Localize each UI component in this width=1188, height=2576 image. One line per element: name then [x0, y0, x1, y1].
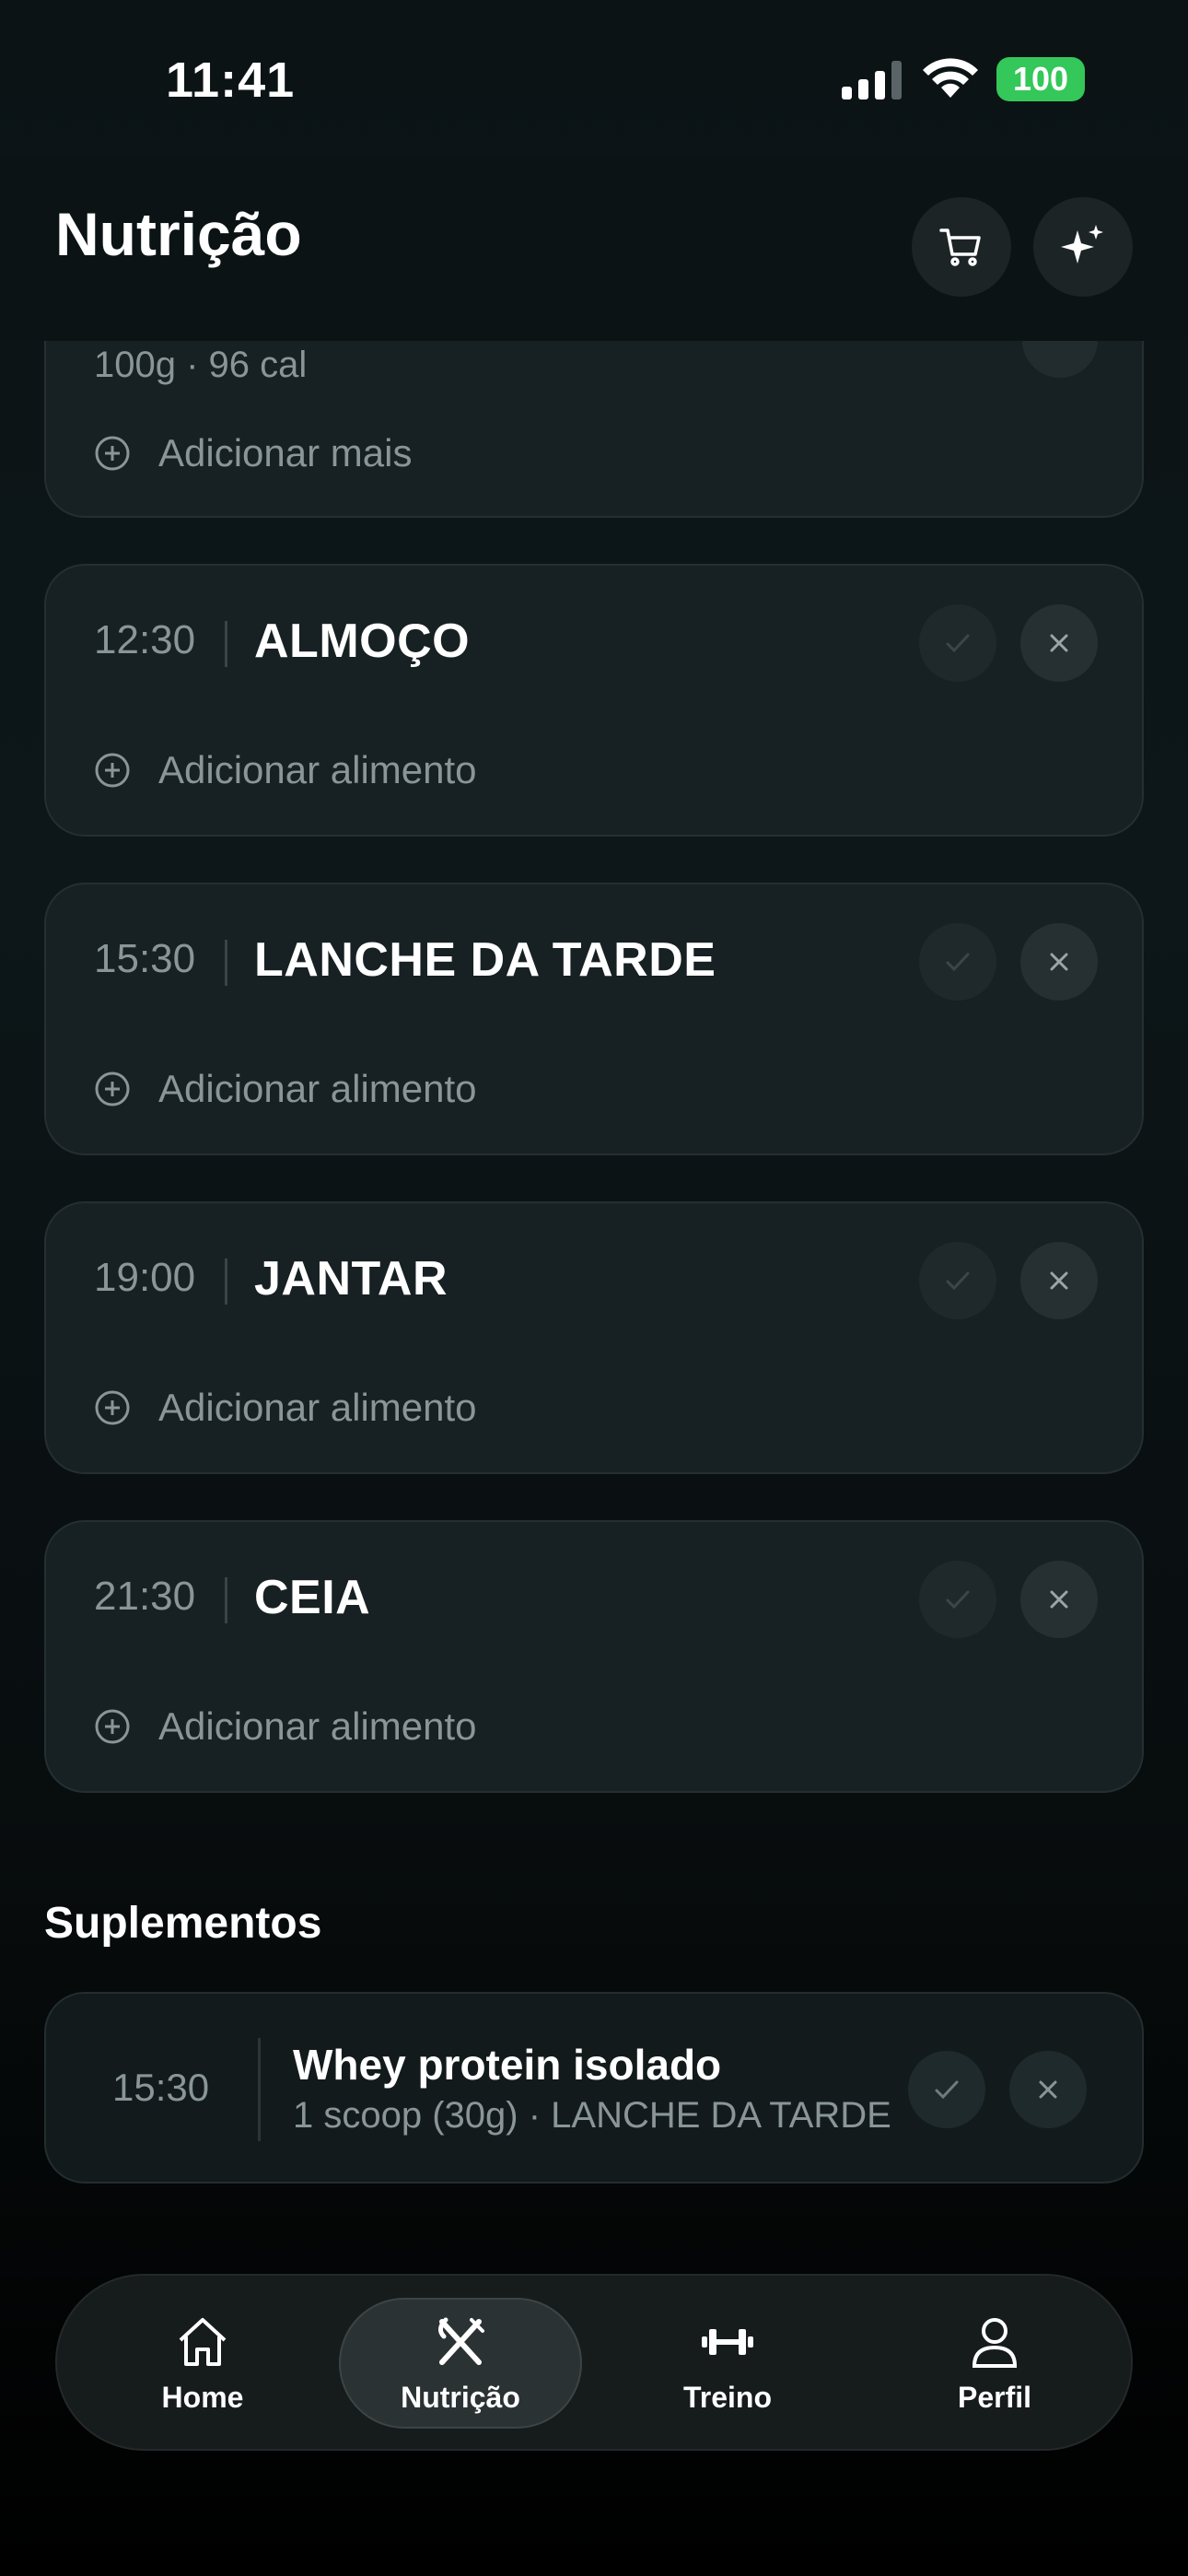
check-icon — [935, 2080, 959, 2100]
meal-card-almoco[interactable]: 12:30 ALMOÇO Adicionar alimento — [44, 564, 1144, 837]
food-item-detail: 100g · 96 cal — [94, 345, 308, 385]
tab-home[interactable]: Home — [81, 2298, 324, 2429]
meal-card-partial: 100g · 96 cal Adicionar mais — [44, 341, 1144, 518]
meal-card-jantar[interactable]: 19:00 JANTAR Adicionar alimento — [44, 1201, 1144, 1474]
tab-treino[interactable]: Treino — [606, 2298, 849, 2429]
meal-card-lanche-da-tarde[interactable]: 15:30 LANCHE DA TARDE Adicionar alimento — [44, 883, 1144, 1155]
battery-indicator: 100 — [996, 57, 1085, 101]
supplements-title: Suplementos — [44, 1899, 322, 1948]
meal-card-ceia[interactable]: 21:30 CEIA Adicionar alimento — [44, 1520, 1144, 1793]
add-more-button[interactable]: Adicionar mais — [94, 431, 412, 475]
meal-name: JANTAR — [254, 1252, 448, 1306]
shopping-cart-button[interactable] — [912, 197, 1011, 297]
supplement-detail: 1 scoop (30g) · LANCHE DA TARDE — [293, 2095, 891, 2136]
plus-circle-icon — [95, 1390, 130, 1425]
cellular-signal-icon — [842, 61, 902, 100]
meal-time: 12:30 — [94, 617, 196, 662]
wifi-icon — [923, 58, 978, 98]
skip-supplement-button[interactable] — [1009, 2051, 1087, 2128]
supplement-card[interactable]: 15:30 Whey protein isolado 1 scoop (30g)… — [44, 1992, 1144, 2184]
meal-time: 21:30 — [94, 1574, 196, 1619]
tab-label: Nutrição — [401, 2380, 520, 2414]
divider — [258, 2038, 261, 2141]
remove-button[interactable] — [1022, 341, 1098, 378]
tab-bar: Home Nutrição Treino Perfil — [55, 2274, 1133, 2451]
complete-meal-button[interactable] — [919, 604, 996, 682]
skip-meal-button[interactable] — [1020, 604, 1098, 682]
skip-meal-button[interactable] — [1020, 1242, 1098, 1319]
add-food-label: Adicionar alimento — [158, 1704, 477, 1748]
plus-circle-icon — [95, 1709, 130, 1744]
meal-name: ALMOÇO — [254, 615, 471, 668]
tab-nutricao[interactable]: Nutrição — [339, 2298, 582, 2429]
page-header: Nutrição — [0, 157, 1188, 341]
meal-time: 15:30 — [94, 936, 196, 981]
close-icon — [1050, 1271, 1068, 1290]
status-bar: 11:41 100 — [0, 0, 1188, 157]
add-food-label: Adicionar alimento — [158, 748, 477, 791]
dumbbell-icon — [702, 2328, 753, 2355]
ai-suggestions-button[interactable] — [1033, 197, 1133, 297]
add-more-label: Adicionar mais — [158, 431, 413, 474]
check-icon — [946, 1271, 970, 1291]
tab-perfil[interactable]: Perfil — [873, 2298, 1116, 2429]
plus-circle-icon — [95, 1071, 130, 1107]
tab-label: Treino — [682, 2380, 772, 2414]
add-food-label: Adicionar alimento — [158, 1067, 477, 1110]
person-icon — [972, 2317, 1018, 2368]
meal-name: CEIA — [254, 1571, 371, 1624]
close-icon — [1039, 2080, 1057, 2099]
check-icon — [946, 953, 970, 972]
status-time: 11:41 — [166, 53, 296, 108]
fork-knife-icon — [438, 2317, 484, 2365]
home-icon — [179, 2317, 227, 2366]
sparkles-icon — [1061, 225, 1103, 263]
page-title: Nutrição — [55, 200, 302, 268]
divider — [225, 1259, 227, 1305]
close-icon — [1050, 953, 1068, 971]
meal-list[interactable]: 100g · 96 cal Adicionar mais 12:30 ALMOÇ… — [0, 341, 1188, 2276]
cart-icon — [939, 228, 981, 266]
close-icon — [1050, 634, 1068, 652]
complete-meal-button[interactable] — [919, 923, 996, 1001]
skip-meal-button[interactable] — [1020, 1561, 1098, 1638]
divider — [225, 940, 227, 986]
add-food-button[interactable]: Adicionar alimento — [94, 1386, 477, 1430]
complete-meal-button[interactable] — [919, 1561, 996, 1638]
close-icon — [1050, 1590, 1068, 1609]
divider — [225, 621, 227, 667]
supplement-name: Whey protein isolado — [293, 2041, 722, 2089]
plus-circle-icon — [95, 436, 130, 471]
meal-time: 19:00 — [94, 1255, 196, 1300]
plus-circle-icon — [95, 753, 130, 788]
supplement-time: 15:30 — [112, 2066, 210, 2109]
check-icon — [946, 1590, 970, 1610]
take-supplement-button[interactable] — [908, 2051, 985, 2128]
battery-tip — [1079, 72, 1085, 87]
check-icon — [946, 634, 970, 653]
add-food-label: Adicionar alimento — [158, 1386, 477, 1429]
add-food-button[interactable]: Adicionar alimento — [94, 1067, 477, 1111]
add-food-button[interactable]: Adicionar alimento — [94, 1704, 477, 1749]
complete-meal-button[interactable] — [919, 1242, 996, 1319]
divider — [225, 1577, 227, 1623]
meal-name: LANCHE DA TARDE — [254, 933, 716, 987]
add-food-button[interactable]: Adicionar alimento — [94, 748, 477, 792]
tab-label: Perfil — [957, 2380, 1032, 2414]
skip-meal-button[interactable] — [1020, 923, 1098, 1001]
tab-label: Home — [161, 2380, 244, 2414]
